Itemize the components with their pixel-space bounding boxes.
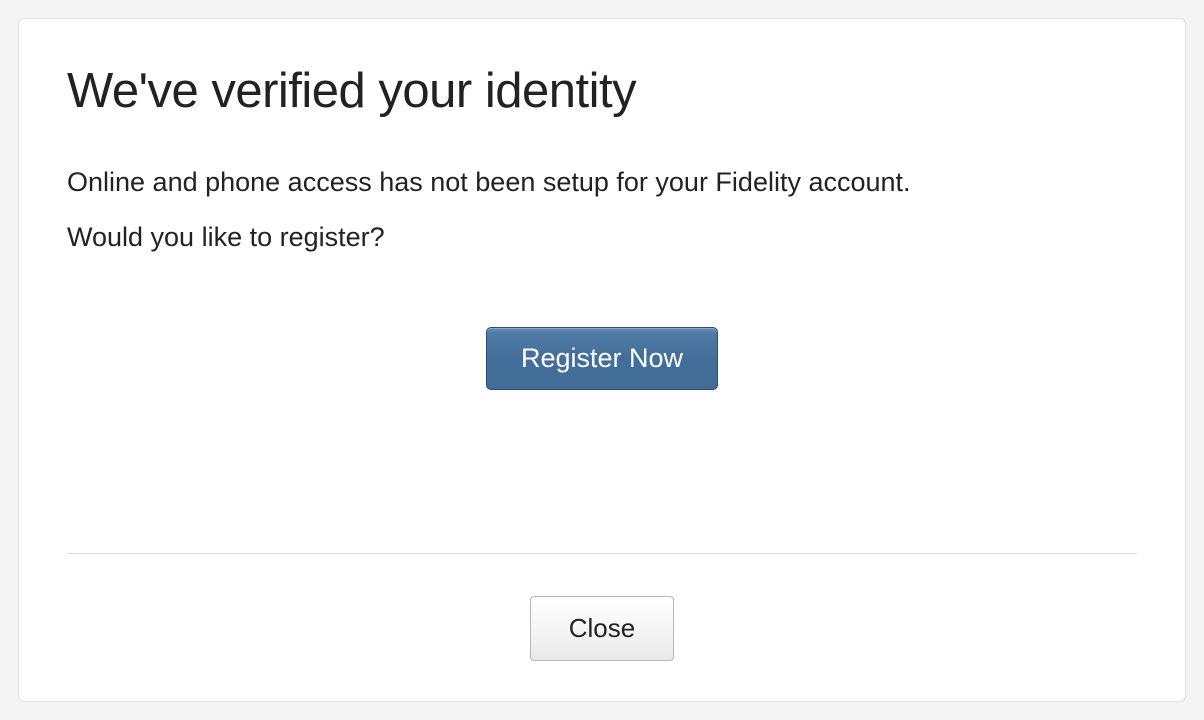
- identity-verified-modal: We've verified your identity Online and …: [18, 18, 1186, 702]
- modal-question: Would you like to register?: [67, 218, 1137, 257]
- primary-action-container: Register Now: [67, 327, 1137, 390]
- modal-title: We've verified your identity: [67, 63, 1137, 119]
- close-button[interactable]: Close: [530, 596, 674, 661]
- modal-message: Online and phone access has not been set…: [67, 163, 1137, 202]
- divider: [67, 553, 1137, 554]
- secondary-action-container: Close: [67, 596, 1137, 661]
- register-now-button[interactable]: Register Now: [486, 327, 718, 390]
